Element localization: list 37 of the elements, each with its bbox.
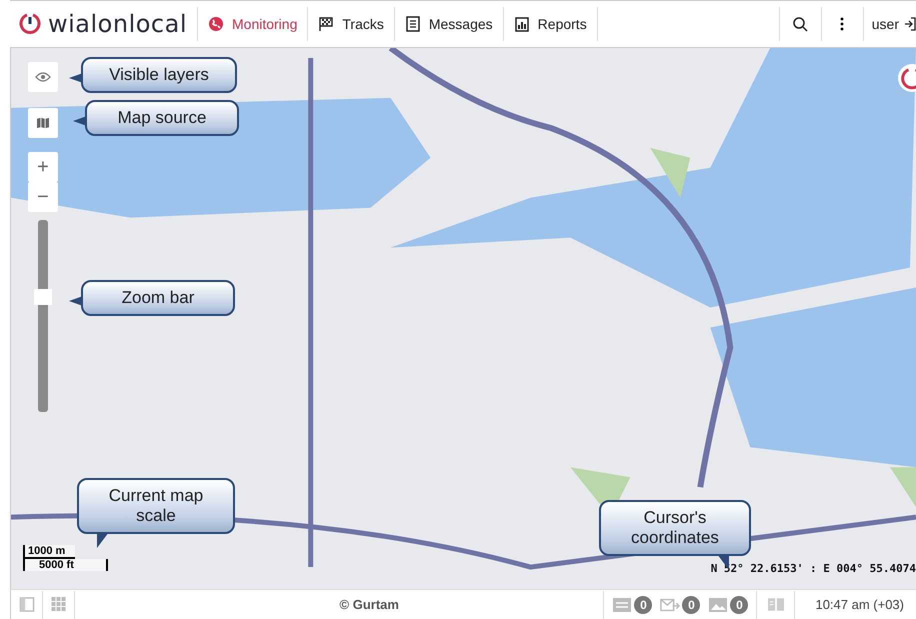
- count-badge: 0: [682, 596, 700, 614]
- nav-tab[interactable]: Reports: [504, 7, 598, 41]
- count-badge: 0: [634, 596, 652, 614]
- visible-layers-button[interactable]: [28, 62, 58, 92]
- image-icon: [708, 596, 728, 612]
- callout-pointer: [73, 116, 87, 126]
- envelope-arrow-icon: [660, 596, 680, 612]
- columns-icon: [768, 597, 784, 612]
- scale-bar-metric: 1000 m: [23, 545, 75, 559]
- nav-tab[interactable]: Messages: [394, 7, 504, 41]
- count-badge: 0: [730, 596, 748, 614]
- more-icon: [840, 17, 844, 31]
- clock-time: 10:47 am (+03): [814, 597, 905, 612]
- callout-pointer: [69, 296, 83, 306]
- nav-tab[interactable]: Tracks: [308, 7, 395, 41]
- logout-icon: [904, 17, 916, 31]
- copyright-text: © Gurtam: [338, 597, 400, 612]
- search-icon: [792, 16, 808, 32]
- eye-icon: [35, 71, 51, 83]
- scale-bar-imperial: 5000 ft: [23, 559, 108, 571]
- logo-icon: [18, 12, 42, 36]
- zoom-in-button[interactable]: +: [28, 152, 58, 182]
- map-source-button[interactable]: [28, 108, 58, 138]
- logo-text: wialonlocal: [48, 10, 187, 38]
- checkered-flag-icon: [318, 16, 334, 32]
- callout-pointer: [97, 532, 109, 548]
- report-chart-icon: [514, 16, 530, 32]
- zoom-slider-thumb[interactable]: [34, 288, 52, 305]
- panel-icon: [18, 597, 34, 612]
- callout-pointer: [69, 73, 83, 83]
- grid-icon: [50, 597, 66, 612]
- user-menu-button[interactable]: user: [862, 7, 916, 41]
- nav-tab[interactable]: Monitoring: [198, 7, 308, 41]
- document-icon: [404, 16, 421, 32]
- map-icon: [35, 117, 51, 129]
- message-icon: [612, 596, 632, 612]
- zoom-out-button[interactable]: −: [28, 182, 58, 212]
